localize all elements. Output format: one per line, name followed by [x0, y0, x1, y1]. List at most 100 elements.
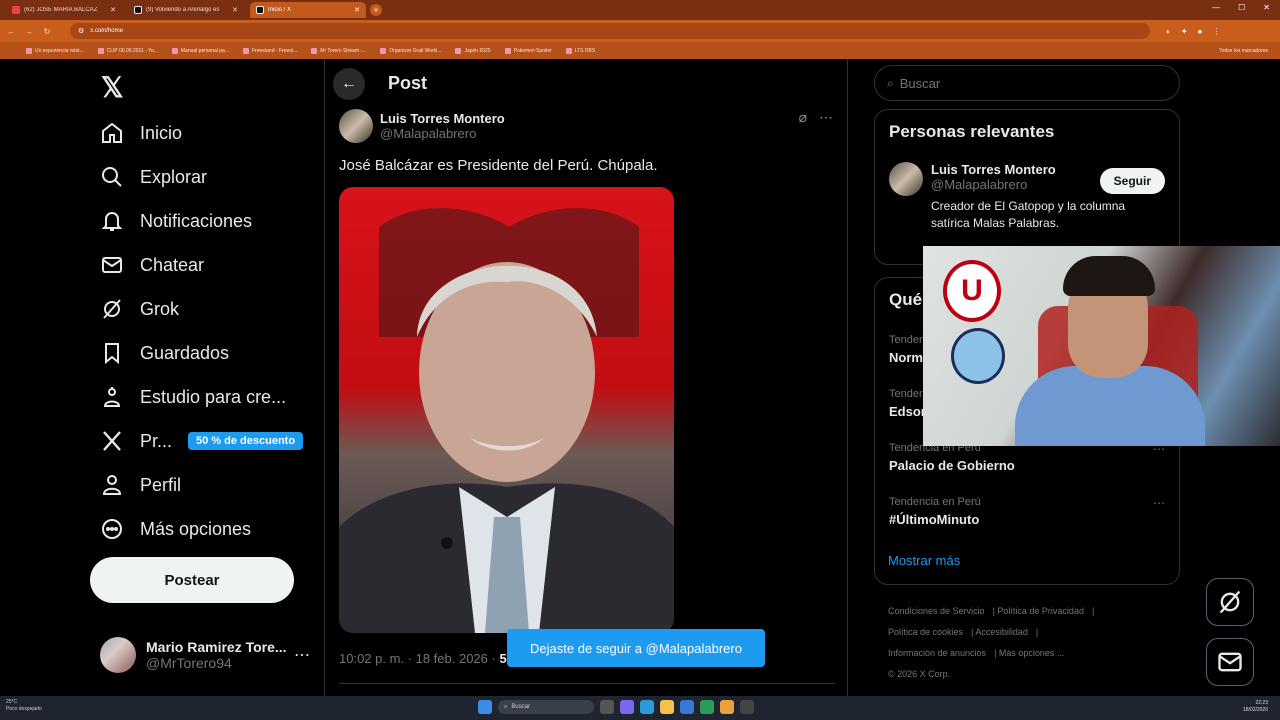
x-icon [256, 6, 264, 14]
post-author[interactable]: Luis Torres Montero @Malapalabrero [339, 109, 505, 143]
reload-icon[interactable]: ↻ [40, 27, 54, 36]
bookmark-item[interactable]: LTS DBS [565, 47, 595, 54]
tab-title: Inicio / X [268, 7, 292, 13]
weather-widget[interactable]: 25°C Poco despejado [6, 699, 42, 713]
webcam-hair [1063, 256, 1155, 296]
post-image[interactable] [339, 187, 674, 633]
post-time[interactable]: 10:02 p. m. · 18 feb. 2026 · [339, 651, 499, 666]
bookmark-item[interactable]: Pokemon Spoiler [504, 47, 552, 54]
panel-title: Personas relevantes [889, 122, 1055, 141]
browser-tab-3[interactable]: Inicio / X ✕ [250, 2, 366, 18]
author-handle[interactable]: @Malapalabrero [380, 126, 505, 141]
search-icon: ⌕ [887, 75, 894, 90]
profile-icon[interactable]: ● [1198, 27, 1203, 36]
store-icon[interactable] [680, 700, 694, 714]
browser-tab-1[interactable]: (62) JOSÉ MARÍA BALCÁZ ✕ [6, 2, 122, 18]
author-name[interactable]: Luis Torres Montero [380, 111, 505, 126]
obs-icon[interactable] [740, 700, 754, 714]
bookmark-item[interactable]: Organizar Grail Worki... [380, 47, 441, 54]
footer-link[interactable]: Política de Privacidad [997, 606, 1084, 616]
back-arrow-icon[interactable]: ← [4, 27, 18, 36]
nav-item-explorar[interactable]: Explorar [100, 157, 207, 197]
task-view-icon[interactable] [600, 700, 614, 714]
folder-icon[interactable] [660, 700, 674, 714]
club-crest-icon: U [943, 260, 1001, 322]
trend-item[interactable]: Tendencia en Perú Palacio de Gobierno ⋯ [889, 442, 1165, 473]
mail-icon [1218, 652, 1242, 672]
avatar [100, 637, 136, 673]
bookmarks-bar: Un experiencia relat... CLIP 06.09.2011 … [0, 42, 1280, 59]
bookmark-item[interactable]: Freestand - Freest... [242, 47, 297, 54]
bookmark-item[interactable]: Japón 2025 [455, 47, 491, 54]
nav-item-mas-opciones[interactable]: Más opciones [100, 509, 251, 549]
minimize-icon[interactable]: — [1212, 3, 1220, 12]
windows-start-icon[interactable] [478, 700, 492, 714]
footer-link[interactable]: Accesibilidad [975, 627, 1028, 637]
menu-icon[interactable]: ⋮ [1212, 27, 1220, 36]
maximize-icon[interactable]: ☐ [1238, 3, 1245, 12]
taskbar-search[interactable]: ⌕ Buscar [498, 700, 594, 714]
url-input[interactable]: ⚙ x.com/home [70, 23, 1150, 39]
avatar[interactable] [889, 162, 923, 196]
footer-link[interactable]: Más opciones ... [999, 648, 1065, 658]
post-button[interactable]: Postear [90, 557, 294, 603]
nav-item-premium[interactable]: Pr... 50 % de descuento [100, 421, 304, 461]
account-name: Mario Ramirez Tore... [146, 639, 287, 655]
follow-button[interactable]: Seguir [1099, 168, 1165, 194]
nav-item-grok[interactable]: Grok [100, 289, 179, 329]
footer-link[interactable]: Política de cookies [888, 627, 963, 637]
youtube-icon [12, 6, 20, 14]
close-icon[interactable]: ✕ [354, 6, 360, 14]
footer-link[interactable]: Información de anuncios [888, 648, 986, 658]
nav-item-chatear[interactable]: Chatear [100, 245, 204, 285]
grok-float-button[interactable] [1206, 578, 1254, 626]
forward-arrow-icon[interactable]: → [22, 27, 36, 36]
chrome-icon[interactable] [720, 700, 734, 714]
site-info-icon[interactable]: ⚙ [78, 27, 84, 35]
account-switcher[interactable]: Mario Ramirez Tore... @MrTorero94 ⋯ [100, 637, 310, 673]
mail-icon [102, 257, 122, 273]
more-horizontal-icon[interactable]: ⋯ [294, 645, 310, 665]
bookmark-item[interactable]: CLIP 06.09.2011 - Yo... [97, 47, 158, 54]
taskbar-search-label: Buscar [511, 704, 531, 710]
messages-float-button[interactable] [1206, 638, 1254, 686]
windows-taskbar: 25°C Poco despejado ⌕ Buscar 22:23 18/02/… [0, 696, 1280, 720]
show-more-link[interactable]: Mostrar más [888, 553, 960, 568]
edge-icon[interactable] [640, 700, 654, 714]
all-bookmarks[interactable]: Todos los marcadores [1219, 48, 1268, 54]
bookmark-item[interactable]: Un experiencia relat... [26, 47, 84, 54]
close-window-icon[interactable]: ✕ [1263, 3, 1270, 12]
post-photo [339, 208, 674, 633]
nav-item-perfil[interactable]: Perfil [100, 465, 181, 505]
bookmark-item[interactable]: Manual personal pa... [171, 47, 229, 54]
new-tab-button[interactable]: + [370, 4, 382, 16]
footer-link[interactable]: Condiciones de Servicio [888, 606, 985, 616]
nav-label: Estudio para cre... [140, 386, 287, 407]
nav-item-estudio[interactable]: Estudio para cre... [100, 377, 286, 417]
bookmark-item[interactable]: Mr Torero Stream -... [311, 47, 366, 54]
extension-icon[interactable]: ◐ [1166, 27, 1171, 36]
clock-date: 18/02/2026 [1242, 707, 1268, 713]
nav-item-inicio[interactable]: Inicio [100, 113, 182, 153]
xbox-icon[interactable] [700, 700, 714, 714]
more-horizontal-icon[interactable]: ⋯ [819, 109, 833, 126]
post-detail: ← Post Luis Torres Montero @Malapalabrer… [324, 59, 848, 696]
teams-icon[interactable] [620, 700, 634, 714]
puzzle-icon[interactable]: ✦ [1181, 27, 1188, 36]
x-logo-icon[interactable]: 𝕏 [101, 71, 124, 104]
close-icon[interactable]: ✕ [232, 6, 238, 14]
nav-item-notificaciones[interactable]: Notificaciones [100, 201, 252, 241]
close-icon[interactable]: ✕ [110, 6, 116, 14]
avatar[interactable] [339, 109, 373, 143]
grok-icon [1219, 590, 1241, 614]
back-button[interactable]: ← [333, 68, 365, 100]
taskbar-clock[interactable]: 22:23 18/02/2026 [1243, 700, 1268, 714]
browser-tab-2[interactable]: (9) Volviendo a Arenalgo es ✕ [128, 2, 244, 18]
grok-icon[interactable]: ⌀ [799, 109, 807, 126]
post-text: José Balcázar es Presidente del Perú. Ch… [339, 157, 658, 174]
trend-item[interactable]: Tendencia en Perú #ÚltimoMinuto ⋯ [889, 496, 1165, 527]
search-input[interactable]: ⌕ Buscar [874, 65, 1180, 101]
more-circle-icon [102, 519, 122, 539]
nav-item-guardados[interactable]: Guardados [100, 333, 229, 373]
more-horizontal-icon[interactable]: ⋯ [1153, 496, 1165, 510]
